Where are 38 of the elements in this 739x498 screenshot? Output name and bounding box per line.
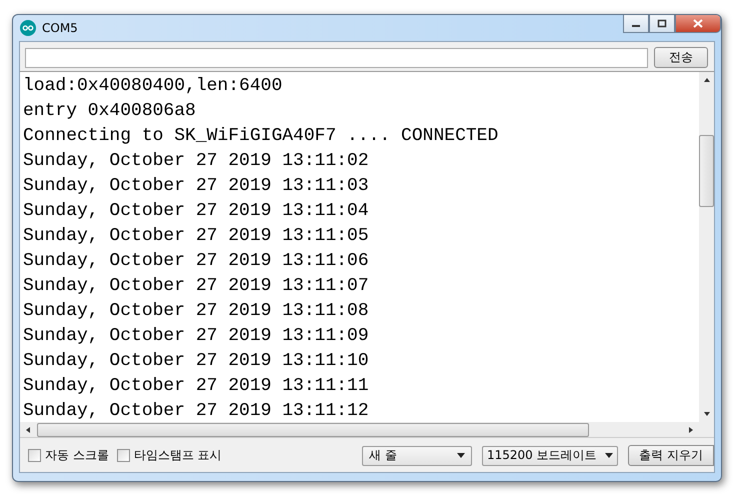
output-line: Sunday, October 27 2019 13:11:11: [23, 375, 370, 398]
maximize-button[interactable]: [649, 15, 675, 33]
output-line: Sunday, October 27 2019 13:11:08: [23, 300, 370, 323]
app-logo-icon: [20, 20, 36, 36]
close-button[interactable]: [675, 15, 721, 33]
minimize-button[interactable]: [623, 15, 649, 33]
scroll-down-icon[interactable]: [702, 411, 710, 417]
output-line: Sunday, October 27 2019 13:11:06: [23, 250, 370, 273]
output-line: Sunday, October 27 2019 13:11:02: [23, 150, 370, 173]
checkbox[interactable]: [28, 449, 41, 462]
scroll-up-icon[interactable]: [702, 77, 710, 83]
output-line: Sunday, October 27 2019 13:11:10: [23, 350, 370, 373]
output-line: Sunday, October 27 2019 13:11:09: [23, 325, 370, 348]
output-line: Sunday, October 27 2019 13:11:07: [23, 275, 370, 298]
scroll-thumb[interactable]: [37, 422, 589, 436]
scroll-right-icon[interactable]: [688, 426, 694, 434]
send-button[interactable]: 전송: [654, 47, 708, 68]
scroll-thumb[interactable]: [699, 135, 714, 207]
caret-icon: [457, 453, 465, 458]
maximize-icon: [657, 19, 667, 28]
line-ending-dropdown[interactable]: 새 줄: [362, 446, 472, 466]
baud-rate-dropdown[interactable]: 115200 보드레이트: [482, 446, 618, 466]
output-line: Connecting to SK_WiFiGIGA40F7 .... CONNECTED: [23, 125, 500, 148]
output-line: entry 0x400806a8: [23, 100, 197, 123]
output-line: Sunday, October 27 2019 13:11:05: [23, 225, 370, 248]
close-icon: [693, 19, 703, 28]
output-line: Sunday, October 27 2019 13:11:04: [23, 200, 370, 223]
output-line: Sunday, October 27 2019 13:11:03: [23, 175, 370, 198]
checkbox[interactable]: [116, 449, 130, 462]
checkbox-label: 자동 스크롤: [45, 447, 109, 464]
checkbox-label: 타임스탬프 표시: [134, 447, 222, 464]
scroll-left-icon[interactable]: [25, 426, 31, 434]
caret-icon: [605, 453, 613, 458]
window-title: COM5: [42, 21, 78, 35]
clear-output-button[interactable]: 출력 지우기: [628, 445, 714, 466]
output-line: load:0x40080400,len:6400: [23, 75, 284, 98]
output-line: Sunday, October 27 2019 13:11:12: [23, 400, 370, 422]
input-field[interactable]: [25, 48, 648, 68]
